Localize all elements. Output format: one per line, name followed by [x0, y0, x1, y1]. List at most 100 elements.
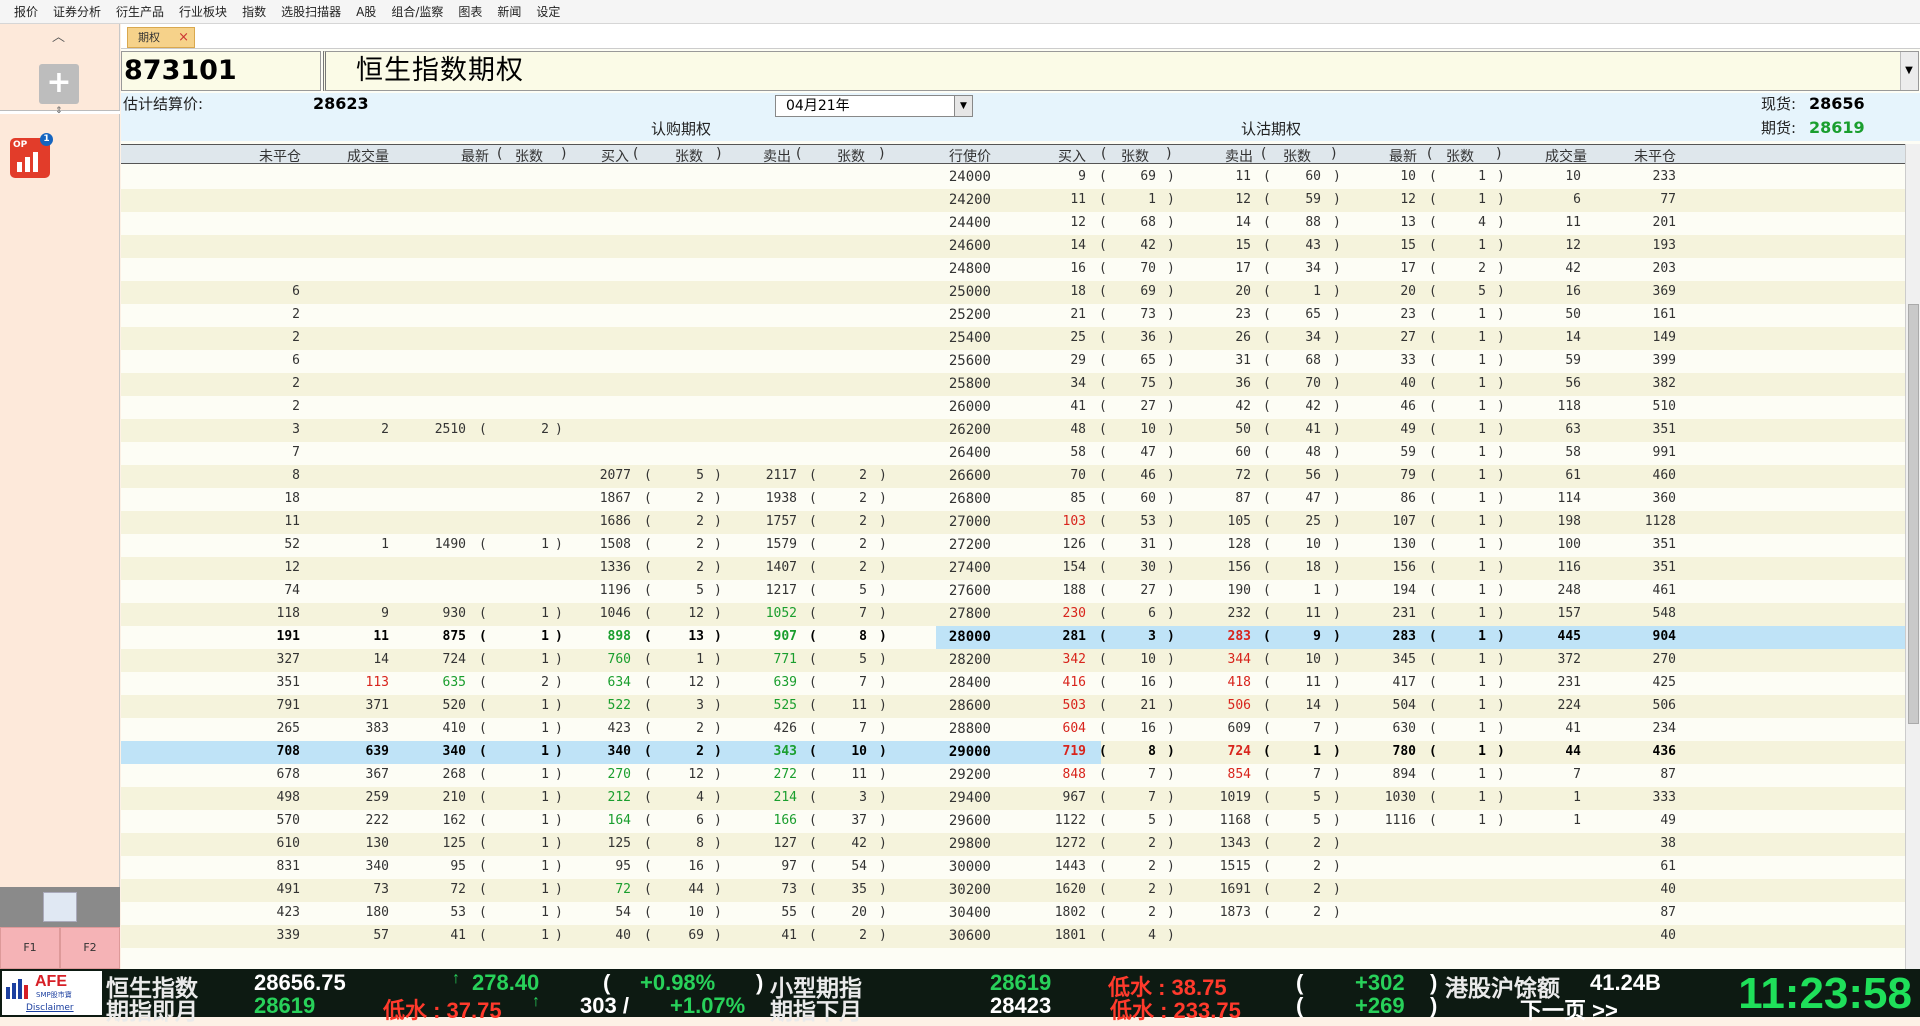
table-row[interactable]: 118 9 930 1 1046 12 1052 7 () () () 27800 230 6 232 11 2…: [121, 603, 1905, 626]
table-row[interactable]: 7 26400 58 47 60 48 59 1 58 991 () () (): [121, 442, 1905, 465]
put-cell-6: 114: [1557, 491, 1581, 506]
table-row[interactable]: 265 383 410 1 423 2 426 7 () () () 28800 604 16 609 7 63…: [121, 718, 1905, 741]
menu-item-2[interactable]: 衍生产品: [116, 3, 164, 20]
table-row[interactable]: 2 25200 21 73 23 65 23 1 50 161 () () (): [121, 304, 1905, 327]
menu-item-8[interactable]: 图表: [458, 3, 482, 20]
menu-item-4[interactable]: 指数: [242, 3, 266, 20]
instrument-title[interactable]: 恒生指数期权 ▼: [323, 51, 1919, 91]
paren-open: (: [1263, 376, 1271, 391]
col-call-vol[interactable]: 成交量: [347, 146, 389, 166]
call-cell-6: 97: [781, 859, 797, 874]
table-row[interactable]: 678 367 268 1 270 12 272 11 () () () 29200 848 7 854 7 8…: [121, 764, 1905, 787]
put-cell-1: 69: [1140, 284, 1156, 299]
put-cell-4: 79: [1400, 468, 1416, 483]
table-row[interactable]: 708 639 340 1 340 2 343 10 () () () 29000 719 8 724 1 78…: [121, 741, 1905, 764]
col-call-bid-lots[interactable]: 张数: [675, 146, 703, 166]
table-row[interactable]: 2 25400 25 36 26 34 27 1 14 149 () () (): [121, 327, 1905, 350]
code-input[interactable]: 873101: [121, 51, 321, 91]
call-cell-5: 44: [688, 882, 704, 897]
table-row[interactable]: 423 180 53 1 54 10 55 20 () () () 30400 1802 2 1873 2 87…: [121, 902, 1905, 925]
table-row[interactable]: 327 14 724 1 760 1 771 5 () () () 28200 342 10 344 10 34…: [121, 649, 1905, 672]
table-row[interactable]: 8 2077 5 2117 2 () () 26600 70 46 72 56 79 1 61 460 () ()…: [121, 465, 1905, 488]
table-row[interactable]: 52 1 1490 1 1508 2 1579 2 () () () 27200 126 31 128 10 1…: [121, 534, 1905, 557]
table-row[interactable]: 24600 14 42 15 43 15 1 12 193 () () (): [121, 235, 1905, 258]
col-put-bid[interactable]: 买入: [1058, 146, 1086, 166]
paren-close: ): [879, 836, 887, 851]
layout-toggle-button[interactable]: [0, 887, 120, 927]
menu-item-7[interactable]: 组合/监察: [391, 3, 443, 20]
tab-options[interactable]: 期权 ×: [127, 27, 195, 48]
col-call-ask[interactable]: 卖出: [763, 146, 791, 166]
paren-open: (: [809, 813, 817, 828]
paren-close: ): [714, 583, 722, 598]
vertical-scrollbar[interactable]: [1905, 144, 1920, 969]
menu-item-9[interactable]: 新闻: [497, 3, 521, 20]
table-row[interactable]: 491 73 72 1 72 44 73 35 () () () 30200 1620 2 1691 2 40 (…: [121, 879, 1905, 902]
table-row[interactable]: 6 25000 18 69 20 1 20 5 16 369 () () (): [121, 281, 1905, 304]
scrollbar-thumb[interactable]: [1908, 304, 1919, 724]
add-button[interactable]: +: [39, 64, 79, 104]
paren-close: ): [1497, 744, 1505, 759]
table-row[interactable]: 18 1867 2 1938 2 () () 26800 85 60 87 47 86 1 114 360 ()…: [121, 488, 1905, 511]
put-cell-7: 991: [1652, 445, 1676, 460]
next-page-link[interactable]: 下一页 >>: [1520, 993, 1618, 1025]
expiry-select[interactable]: 04月21年 ▼: [775, 95, 973, 117]
chevron-down-icon[interactable]: ▼: [1900, 52, 1918, 90]
table-row[interactable]: 12 1336 2 1407 2 () () 27400 154 30 156 18 156 1 116 35…: [121, 557, 1905, 580]
table-row[interactable]: 74 1196 5 1217 5 () () 27600 188 27 190 1 194 1 248 461…: [121, 580, 1905, 603]
col-call-oi[interactable]: 未平仓: [259, 146, 301, 166]
col-put-last[interactable]: 最新: [1389, 146, 1417, 166]
paren-close: ): [714, 905, 722, 920]
futures-month-discount: 低水 : 37.75: [383, 998, 502, 1023]
col-put-ask[interactable]: 卖出: [1225, 146, 1253, 166]
table-row[interactable]: 3 2 2510 2 () 26200 48 10 50 41 49 1 63 351 () () (): [121, 419, 1905, 442]
call-cell-6: 127: [773, 836, 797, 851]
table-row[interactable]: 24800 16 70 17 34 17 2 42 203 () () (): [121, 258, 1905, 281]
menu-item-3[interactable]: 行业板块: [179, 3, 227, 20]
f2-button[interactable]: F2: [60, 927, 120, 969]
table-row[interactable]: 2 25800 34 75 36 70 40 1 56 382 () () (): [121, 373, 1905, 396]
table-row[interactable]: 191 11 875 1 898 13 907 8 () () () 28000 281 3 283 9 283…: [121, 626, 1905, 649]
table-row[interactable]: 791 371 520 1 522 3 525 11 () () () 28600 503 21 506 14…: [121, 695, 1905, 718]
table-row[interactable]: 24000 9 69 11 60 10 1 10 233 () () (): [121, 166, 1905, 189]
table-row[interactable]: 2 26000 41 27 42 42 46 1 118 510 () () (): [121, 396, 1905, 419]
put-cell-0: 1802: [1054, 905, 1086, 920]
col-put-oi[interactable]: 未平仓: [1634, 146, 1676, 166]
table-row[interactable]: 6 25600 29 65 31 68 33 1 59 399 () () (): [121, 350, 1905, 373]
col-put-ask-lots[interactable]: 张数: [1283, 146, 1311, 166]
collapse-up-icon[interactable]: ︿: [52, 26, 65, 45]
put-cell-1: 4: [1148, 928, 1156, 943]
table-row[interactable]: 11 1686 2 1757 2 () () 27000 103 53 105 25 107 1 198 11…: [121, 511, 1905, 534]
menu-item-1[interactable]: 证券分析: [53, 3, 101, 20]
col-call-last[interactable]: 最新: [461, 146, 489, 166]
put-cell-0: 342: [1062, 652, 1086, 667]
col-call-ask-lots[interactable]: 张数: [837, 146, 865, 166]
menu-item-6[interactable]: A股: [356, 3, 376, 20]
put-cell-3: 34: [1305, 261, 1321, 276]
col-put-bid-lots[interactable]: 张数: [1121, 146, 1149, 166]
table-row[interactable]: 831 340 95 1 95 16 97 54 () () () 30000 1443 2 1515 2 61…: [121, 856, 1905, 879]
table-row[interactable]: 24400 12 68 14 88 13 4 11 201 () () (): [121, 212, 1905, 235]
chevron-down-icon[interactable]: ▼: [954, 96, 972, 116]
table-row[interactable]: 610 130 125 1 125 8 127 42 () () () 29800 1272 2 1343 2…: [121, 833, 1905, 856]
afe-logo[interactable]: AFE SMP股市寶 Disclaimer: [2, 971, 102, 1015]
put-cell-5: 4: [1478, 215, 1486, 230]
disclaimer-link[interactable]: Disclaimer: [26, 1003, 74, 1013]
table-row[interactable]: 24200 11 1 12 59 12 1 6 77()()(): [121, 189, 1905, 212]
col-put-vol[interactable]: 成交量: [1545, 146, 1587, 166]
col-call-last-lots[interactable]: 张数: [515, 146, 543, 166]
menu-item-10[interactable]: 设定: [536, 3, 560, 20]
col-strike[interactable]: 行使价: [949, 146, 991, 166]
table-row[interactable]: 351 113 635 2 634 12 639 7()()() 28400 416 16 418 11…: [121, 672, 1905, 695]
f1-button[interactable]: F1: [0, 927, 60, 969]
col-call-bid[interactable]: 买入: [601, 146, 629, 166]
menu-item-0[interactable]: 报价: [14, 3, 38, 20]
col-put-last-lots[interactable]: 张数: [1446, 146, 1474, 166]
close-icon[interactable]: ×: [178, 29, 189, 46]
menu-item-5[interactable]: 选股扫描器: [281, 3, 341, 20]
table-row[interactable]: 498 259 210 1 212 4 214 3 () () () 29400 967 7 1019 5 10…: [121, 787, 1905, 810]
table-row[interactable]: 339 57 41 1 40 69 41 2 () () () 30600 1801 4 40 (): [121, 925, 1905, 948]
paren-close: ): [1497, 652, 1505, 667]
strike-price: 26600: [948, 468, 991, 484]
table-row[interactable]: 570 222 162 1 164 6 166 37 () () () 29600 1122 5 1168 5…: [121, 810, 1905, 833]
